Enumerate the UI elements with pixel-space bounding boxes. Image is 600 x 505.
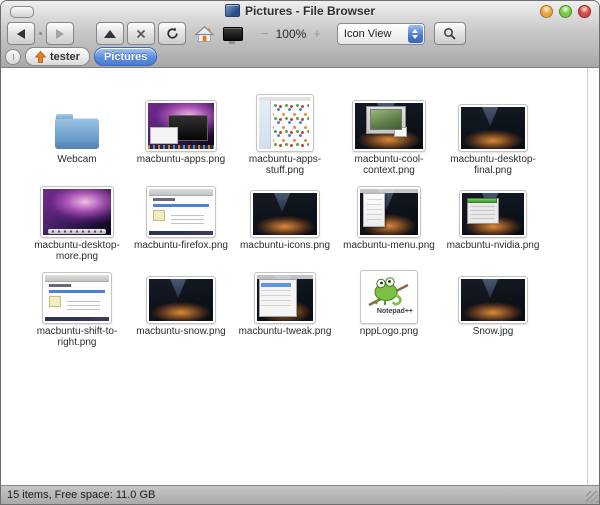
file-thumbnail	[254, 272, 316, 324]
file-item-webcam[interactable]: Webcam	[25, 94, 129, 180]
chameleon-icon	[368, 277, 409, 307]
file-name: Snow.jpg	[472, 326, 514, 337]
file-name: macbuntu-tweak.png	[238, 326, 332, 337]
file-item-macbuntu-menu[interactable]: macbuntu-menu.png	[337, 180, 441, 266]
resize-grip-icon[interactable]	[586, 491, 598, 503]
x-icon	[136, 29, 146, 38]
file-thumbnail	[145, 100, 217, 152]
file-item-macbuntu-desktop-more[interactable]: macbuntu-desktop-more.png	[25, 180, 129, 266]
file-thumbnail	[42, 272, 112, 324]
file-view: Webcam macbuntu-apps.png macbuntu-apps-s…	[1, 68, 599, 486]
magnifier-icon	[444, 28, 457, 40]
file-name: nppLogo.png	[359, 326, 419, 337]
file-name: macbuntu-shift-to-right.png	[36, 326, 118, 348]
file-browser-window: Pictures - File Browser − 100% + Icon Vi…	[0, 0, 600, 505]
up-button[interactable]	[96, 22, 124, 45]
back-arrow-icon	[17, 28, 25, 39]
window-title-group: Pictures - File Browser	[1, 1, 599, 20]
file-thumbnail	[458, 104, 528, 152]
reload-button[interactable]	[158, 22, 186, 45]
zoom-level: 100%	[275, 26, 307, 41]
file-name: macbuntu-apps-stuff.png	[248, 154, 322, 176]
zoom-in-button[interactable]: +	[311, 26, 323, 41]
pathbar-menu-button[interactable]	[5, 48, 21, 65]
forward-button[interactable]	[46, 22, 74, 45]
file-name: macbuntu-cool-context.png	[354, 154, 424, 176]
breadcrumb-home-tester[interactable]: tester	[25, 47, 90, 66]
file-thumbnail	[458, 276, 528, 324]
file-name: macbuntu-firefox.png	[134, 240, 228, 251]
file-item-macbuntu-firefox[interactable]: macbuntu-firefox.png	[129, 180, 233, 266]
folder-icon	[55, 114, 99, 149]
window-icon	[224, 4, 240, 17]
window-title: Pictures - File Browser	[244, 3, 376, 18]
home-house-icon	[194, 25, 215, 42]
zoom-out-button[interactable]: −	[259, 26, 271, 41]
file-item-npplogo[interactable]: Notepad++ nppLogo.png	[337, 266, 441, 352]
home-up-arrow-icon	[35, 50, 46, 63]
window-controls	[540, 5, 591, 18]
file-thumbnail	[146, 186, 216, 238]
file-thumbnail: Notepad++	[360, 270, 418, 324]
desktop-button[interactable]	[223, 23, 243, 45]
file-item-macbuntu-nvidia[interactable]: macbuntu-nvidia.png	[441, 180, 545, 266]
file-item-macbuntu-apps[interactable]: macbuntu-apps.png	[129, 94, 233, 180]
pathbar: tester Pictures	[1, 47, 599, 66]
desktop-monitor-icon	[223, 26, 243, 44]
file-item-macbuntu-apps-stuff[interactable]: macbuntu-apps-stuff.png	[233, 94, 337, 180]
statusbar: 15 items, Free space: 11.0 GB	[1, 485, 599, 504]
file-thumbnail	[250, 190, 320, 238]
file-thumbnail	[352, 100, 426, 152]
file-name: macbuntu-desktop-more.png	[34, 240, 120, 262]
breadcrumb-label: tester	[50, 50, 80, 63]
file-item-macbuntu-shift-to-right[interactable]: macbuntu-shift-to-right.png	[25, 266, 129, 352]
titlebar[interactable]: Pictures - File Browser	[1, 1, 599, 20]
notepad-logo-text: Notepad++	[376, 308, 413, 315]
window-chrome: Pictures - File Browser − 100% + Icon Vi…	[1, 1, 599, 68]
maximize-button[interactable]	[559, 5, 572, 18]
view-mode-select[interactable]: Icon View	[336, 22, 425, 45]
file-name: macbuntu-icons.png	[239, 240, 331, 251]
file-thumbnail	[357, 186, 421, 238]
breadcrumb-pictures[interactable]: Pictures	[93, 47, 158, 66]
file-item-macbuntu-tweak[interactable]: macbuntu-tweak.png	[233, 266, 337, 352]
forward-arrow-icon	[56, 28, 64, 39]
file-name: macbuntu-snow.png	[136, 326, 226, 337]
status-text: 15 items, Free space: 11.0 GB	[7, 489, 156, 501]
scrollbar-track[interactable]	[587, 68, 599, 486]
refresh-icon	[166, 27, 178, 39]
file-item-macbuntu-snow[interactable]: macbuntu-snow.png	[129, 266, 233, 352]
file-name: macbuntu-nvidia.png	[446, 240, 540, 251]
file-item-macbuntu-icons[interactable]: macbuntu-icons.png	[233, 180, 337, 266]
home-button[interactable]	[194, 23, 215, 45]
up-arrow-icon	[104, 29, 116, 38]
search-button[interactable]	[433, 22, 466, 45]
back-button[interactable]	[7, 22, 35, 45]
file-thumbnail	[256, 94, 314, 152]
file-item-macbuntu-desktop-final[interactable]: macbuntu-desktop-final.png	[441, 94, 545, 180]
history-dot	[39, 32, 42, 35]
minimize-button[interactable]	[540, 5, 553, 18]
stepper-icon	[407, 24, 423, 43]
file-thumbnail	[146, 276, 216, 324]
file-thumbnail	[459, 190, 527, 238]
stop-button[interactable]	[127, 22, 155, 45]
file-thumbnail	[40, 186, 114, 238]
view-mode-value: Icon View	[343, 27, 392, 40]
file-name: macbuntu-desktop-final.png	[450, 154, 536, 176]
file-name: macbuntu-menu.png	[343, 240, 435, 251]
toolbar-toggle-button[interactable]	[10, 6, 34, 18]
file-name: Webcam	[57, 154, 97, 165]
file-item-macbuntu-cool-context[interactable]: macbuntu-cool-context.png	[337, 94, 441, 180]
toolbar: − 100% + Icon View	[1, 20, 599, 47]
file-item-snow-jpg[interactable]: Snow.jpg	[441, 266, 545, 352]
file-name: macbuntu-apps.png	[136, 154, 226, 165]
icon-grid: Webcam macbuntu-apps.png macbuntu-apps-s…	[1, 68, 599, 352]
breadcrumb-label: Pictures	[103, 50, 148, 63]
close-button[interactable]	[578, 5, 591, 18]
